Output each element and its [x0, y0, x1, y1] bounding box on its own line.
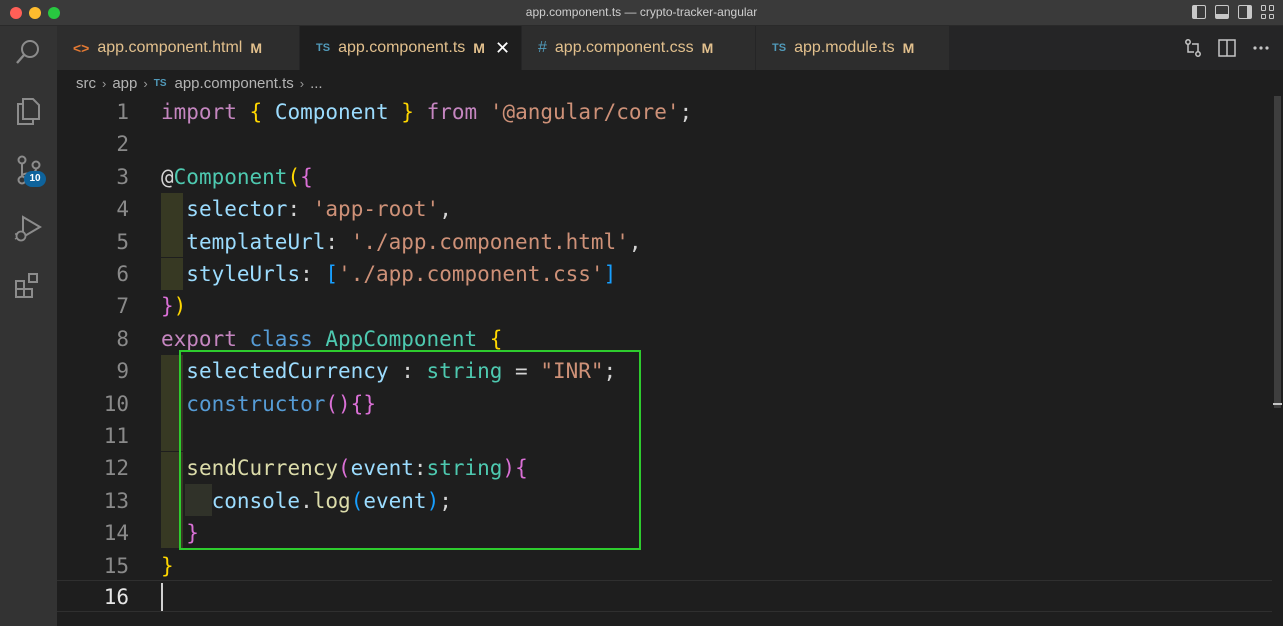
typescript-file-icon: TS: [772, 42, 787, 54]
line-number: 13: [103, 488, 129, 513]
breadcrumb-file[interactable]: app.component.ts: [175, 75, 294, 92]
cursor-position-marker: [1273, 403, 1282, 405]
line-number: 14: [103, 521, 129, 546]
code-line: 2: [57, 128, 1272, 160]
line-number: 7: [116, 294, 129, 319]
source-control-badge: 10: [24, 171, 46, 187]
toggle-primary-sidebar-icon[interactable]: [1192, 5, 1206, 19]
breadcrumb-app[interactable]: app: [112, 75, 137, 92]
code-line: 15 }: [57, 550, 1272, 582]
line-number: 2: [116, 132, 129, 157]
code-text: @Component({: [161, 164, 313, 189]
line-number: 5: [116, 229, 129, 254]
code-text: selector: 'app-root',: [186, 197, 452, 222]
title-bar: app.component.ts — crypto-tracker-angula…: [0, 0, 1283, 26]
layout-controls: [1192, 5, 1275, 19]
modified-indicator: M: [250, 40, 263, 56]
modified-indicator: M: [473, 40, 485, 56]
toggle-secondary-sidebar-icon[interactable]: [1238, 5, 1252, 19]
modified-indicator: M: [902, 40, 915, 56]
line-number: 4: [116, 197, 129, 222]
extensions-icon[interactable]: [12, 270, 44, 302]
text-cursor: [161, 583, 163, 611]
html-file-icon: <>: [73, 40, 90, 56]
close-tab-icon[interactable]: ✕: [495, 38, 510, 59]
line-number: 1: [116, 100, 129, 124]
code-text: }): [161, 294, 187, 319]
activity-bar: 10: [0, 26, 57, 626]
line-number: 12: [103, 456, 129, 481]
explorer-icon[interactable]: [12, 95, 44, 127]
chevron-right-icon: ›: [143, 75, 148, 91]
tab-app-component-html[interactable]: <> app.component.html M: [57, 26, 300, 70]
toggle-panel-icon[interactable]: [1215, 5, 1229, 19]
line-number: 6: [116, 262, 129, 286]
typescript-file-icon: TS: [316, 42, 331, 54]
typescript-file-icon: TS: [153, 77, 167, 89]
tab-label: app.component.html: [97, 39, 243, 56]
line-number: 15: [103, 553, 129, 578]
line-number: 8: [116, 326, 129, 351]
code-line: 3 @Component({: [57, 161, 1272, 193]
open-changes-icon[interactable]: [1183, 38, 1203, 58]
css-file-icon: #: [538, 39, 547, 56]
breadcrumb-src[interactable]: src: [76, 75, 96, 92]
line-number: 11: [103, 424, 129, 448]
split-editor-icon[interactable]: [1217, 38, 1237, 58]
chevron-right-icon: ›: [299, 75, 305, 91]
breadcrumb-more[interactable]: ...: [310, 75, 323, 92]
code-text: templateUrl: './app.component.html',: [186, 229, 642, 254]
code-text: }: [161, 553, 174, 578]
chevron-right-icon: ›: [102, 75, 107, 91]
tab-app-component-css[interactable]: # app.component.css M: [522, 26, 756, 70]
code-line: 6 styleUrls: ['./app.component.css']: [57, 258, 1272, 290]
run-and-debug-icon[interactable]: [12, 212, 44, 244]
search-icon[interactable]: [12, 36, 44, 68]
tab-label: app.component.ts: [338, 39, 466, 56]
window-title: app.component.ts — crypto-tracker-angula…: [525, 5, 758, 19]
tab-label: app.component.css: [554, 39, 694, 56]
modified-indicator: M: [701, 40, 714, 56]
code-text: import { Component } from '@angular/core…: [161, 100, 693, 124]
scrollbar-thumb[interactable]: [1274, 96, 1281, 408]
editor-actions: [1183, 38, 1271, 58]
vertical-scrollbar[interactable]: [1272, 96, 1283, 626]
line-number: 9: [116, 359, 129, 384]
code-text: styleUrls: ['./app.component.css']: [186, 262, 617, 286]
code-line: 4 selector: 'app-root',: [57, 193, 1272, 225]
customize-layout-icon[interactable]: [1261, 5, 1275, 19]
line-number: 3: [116, 164, 129, 189]
tab-bar: <> app.component.html M TS app.component…: [57, 26, 1283, 70]
tab-app-component-ts[interactable]: TS app.component.ts M ✕: [300, 26, 522, 70]
line-number: 16: [103, 585, 129, 609]
code-line: 5 templateUrl: './app.component.html',: [57, 226, 1272, 258]
code-line: 7 }): [57, 290, 1272, 322]
code-line-current: 16: [57, 580, 1272, 613]
line-number: 10: [103, 391, 129, 416]
tab-app-module-ts[interactable]: TS app.module.ts M: [756, 26, 950, 70]
code-line: 1 import { Component } from '@angular/co…: [57, 96, 1272, 128]
more-actions-icon[interactable]: [1251, 38, 1271, 58]
highlight-annotation-box: [179, 350, 641, 550]
tab-label: app.module.ts: [794, 39, 895, 56]
breadcrumb: src › app › TS app.component.ts › ...: [57, 70, 1283, 96]
vscode-window: app.component.ts — crypto-tracker-angula…: [0, 0, 1283, 626]
